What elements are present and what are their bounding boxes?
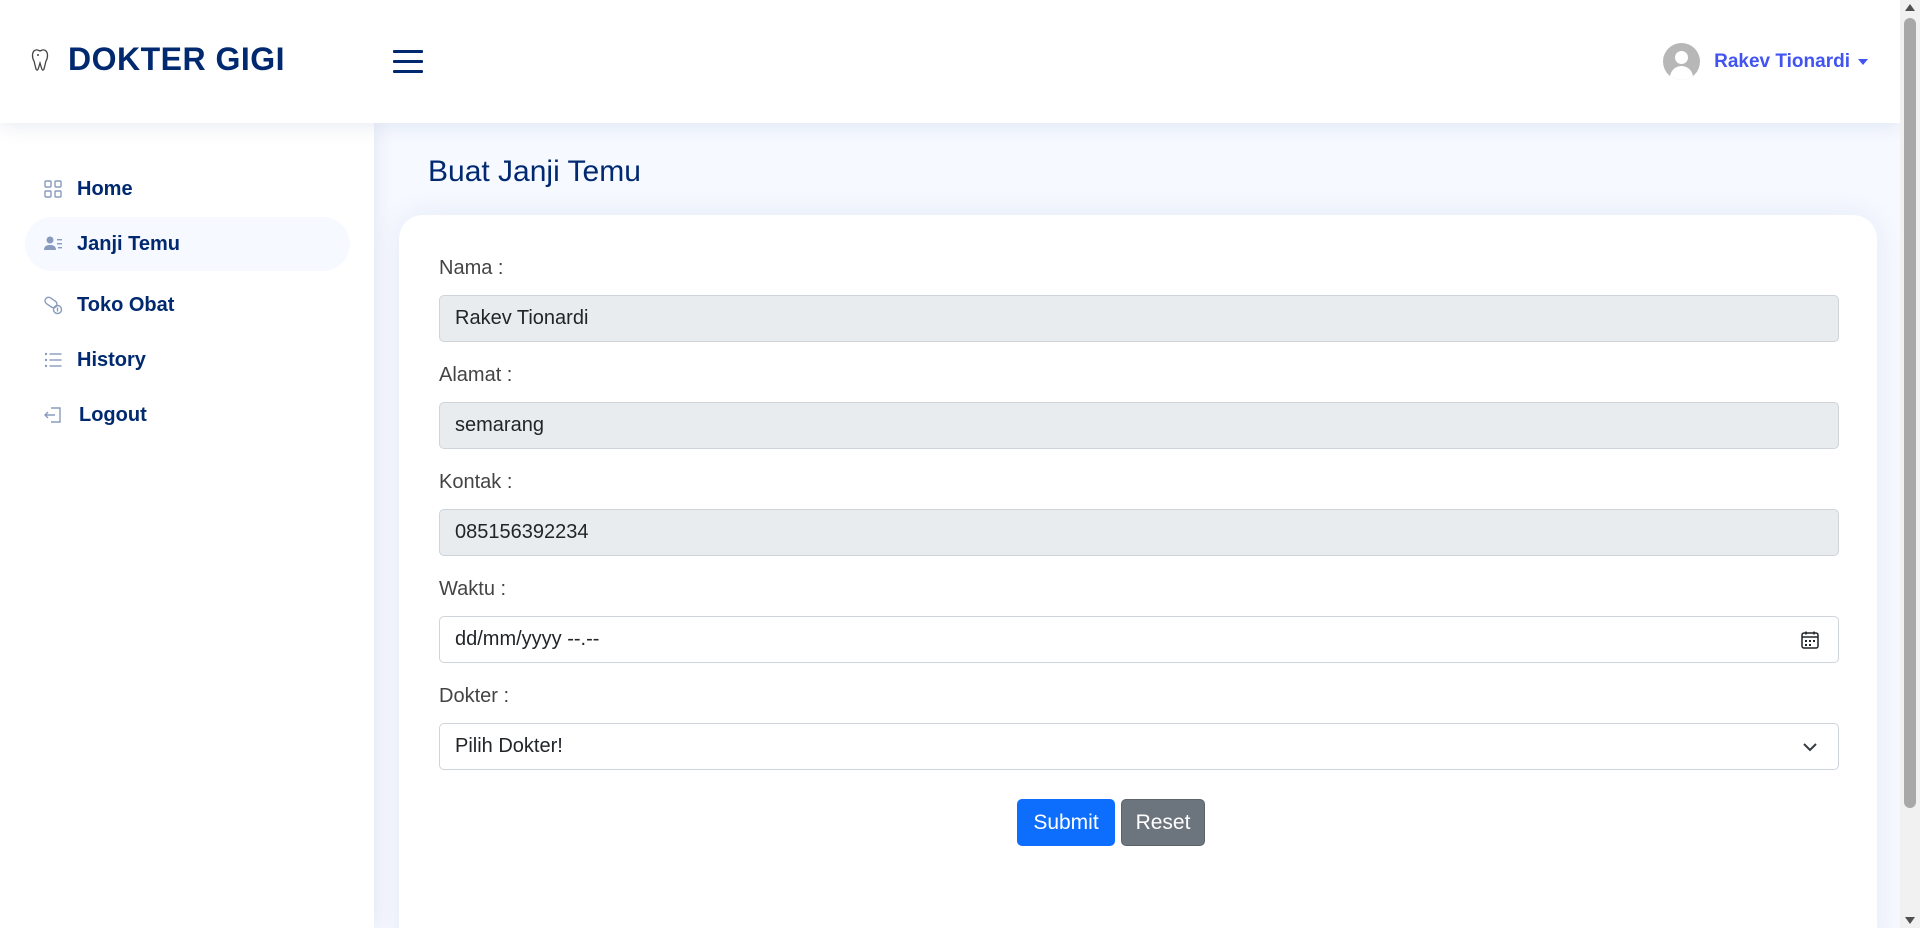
capsule-icon [44,296,63,315]
scroll-up-arrow-icon[interactable] [1905,4,1915,11]
sidebar-item-history[interactable]: History [25,333,350,387]
alamat-label: Alamat : [439,364,513,386]
sidebar-item-toko-obat[interactable]: Toko Obat [25,278,350,332]
grid-icon [44,180,62,198]
hamburger-icon-bar [393,50,423,53]
sidebar-item-label: History [77,348,146,371]
sidebar-item-logout[interactable]: Logout [25,388,350,442]
submit-button[interactable]: Submit [1017,799,1115,846]
dokter-selected-value: Pilih Dokter! [455,735,563,757]
hamburger-icon-bar [393,70,423,73]
app-title: DOKTER GIGI [68,41,286,77]
scroll-down-arrow-icon[interactable] [1905,917,1915,924]
page-scrollbar[interactable] [1900,0,1920,928]
sidebar-item-label: Logout [79,403,147,426]
list-icon [44,352,62,368]
main-content: Buat Janji Temu Nama : Rakev Tionardi Al… [374,123,1900,928]
profile-name: Rakev Tionardi [1714,50,1850,72]
waktu-label: Waktu : [439,578,507,600]
waktu-placeholder: dd/mm/yyyy --.-- [455,628,600,650]
person-lines-icon [44,236,62,250]
profile-dropdown[interactable]: Rakev Tionardi [1663,43,1868,80]
nama-field: Rakev Tionardi [439,295,1839,342]
alamat-field: semarang [439,402,1839,449]
sidebar: Home Janji Temu Toko Obat History Logout [0,123,374,928]
hamburger-icon-bar [393,60,423,63]
sidebar-item-home[interactable]: Home [25,162,350,216]
hamburger-menu-button[interactable] [393,47,423,75]
calendar-icon[interactable] [1800,630,1820,650]
user-avatar-icon [1663,43,1701,80]
kontak-field: 085156392234 [439,509,1839,556]
sidebar-item-janji-temu[interactable]: Janji Temu [25,217,350,271]
waktu-datetime-input[interactable]: dd/mm/yyyy --.-- [439,616,1839,663]
kontak-label: Kontak : [439,471,513,493]
header: DOKTER GIGI Rakev Tionardi [0,0,1900,123]
dokter-label: Dokter : [439,685,510,707]
dokter-select[interactable]: Pilih Dokter! [439,723,1839,770]
appointment-form-card: Nama : Rakev Tionardi Alamat : semarang … [399,215,1877,928]
scrollbar-thumb[interactable] [1904,18,1916,808]
page-title: Buat Janji Temu [428,155,641,188]
chevron-down-icon [1803,743,1817,752]
nama-label: Nama : [439,257,504,279]
logout-icon [44,407,61,423]
tooth-icon [31,48,49,71]
sidebar-item-label: Janji Temu [77,232,180,255]
sidebar-item-label: Home [77,177,133,200]
caret-down-icon [1858,58,1868,65]
reset-button[interactable]: Reset [1121,799,1205,846]
sidebar-item-label: Toko Obat [77,293,175,316]
logo[interactable]: DOKTER GIGI [30,41,285,78]
